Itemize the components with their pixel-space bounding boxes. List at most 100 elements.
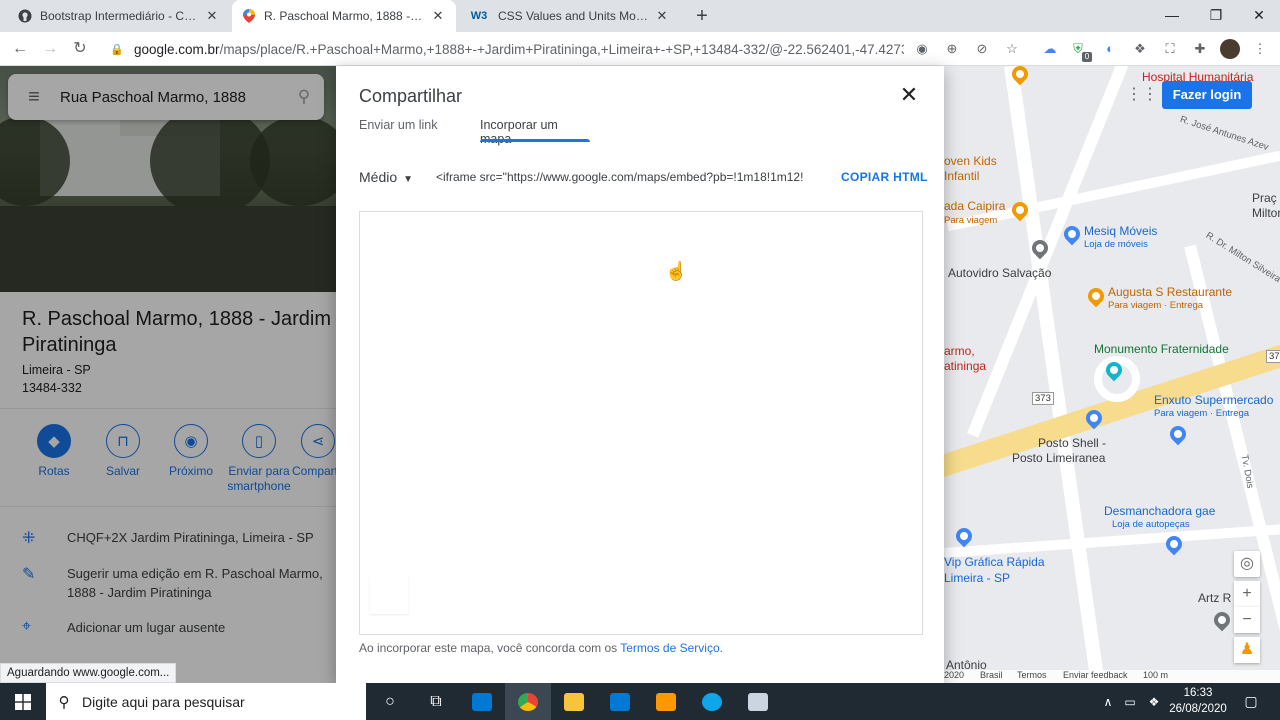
chrome-icon[interactable] — [505, 683, 551, 720]
close-tab-icon[interactable]: ✕ — [204, 8, 220, 24]
file-explorer-icon[interactable] — [551, 683, 597, 720]
cloud-extension-icon[interactable]: ☁ — [1042, 41, 1058, 57]
extensions-puzzle-icon[interactable]: ✚ — [1192, 41, 1208, 57]
my-location-icon[interactable]: ◎ — [1234, 551, 1260, 577]
map-label[interactable]: Vip Gráfica Rápida — [944, 555, 1045, 569]
map-label[interactable]: Enxuto Supermercado — [1154, 393, 1273, 407]
bookmark-star-icon[interactable]: ☆ — [1004, 41, 1020, 57]
url-text: google.com.br/maps/place/R.+Paschoal+Mar… — [134, 41, 904, 57]
maps-pin-icon — [242, 9, 256, 23]
map-attribution: 2020 Brasil Termos Enviar feedback 100 m — [944, 670, 1280, 683]
cortana-icon[interactable]: ○ — [367, 683, 413, 720]
search-icon: ⚲ — [58, 693, 70, 711]
place-pin-icon[interactable] — [1210, 608, 1234, 632]
map-label: Milton S — [1252, 206, 1280, 220]
map-label[interactable]: Artz R — [1198, 591, 1231, 605]
maximize-icon[interactable]: ❐ — [1194, 0, 1238, 30]
map-label: atininga — [944, 359, 987, 373]
zoom-in-icon[interactable]: + — [1234, 581, 1260, 607]
windows-taskbar: ⚲ Digite aqui para pesquisar ○ ⧉ ∧ ▭ ❖ 1… — [0, 683, 1280, 720]
embed-code-field[interactable]: <iframe src="https://www.google.com/maps… — [436, 170, 820, 184]
map-label[interactable]: Autovidro Salvação — [948, 266, 1051, 280]
size-dropdown[interactable]: Médio ▼ — [359, 169, 413, 185]
location-icon[interactable]: ◉ — [914, 41, 930, 57]
tab-label: CSS Values and Units Module Le — [498, 9, 648, 23]
screen: Bootstrap Intermediário - Cards ✕ R. Pas… — [0, 0, 1280, 720]
store-pin-icon[interactable] — [1060, 222, 1084, 246]
camera-icon[interactable] — [735, 683, 781, 720]
back-icon[interactable]: ← — [8, 37, 32, 61]
profile-avatar[interactable] — [1220, 39, 1240, 59]
lock-icon: 🔒 — [110, 43, 124, 56]
map-sublabel: Loja de autopeças — [1112, 519, 1190, 530]
dropbox-icon[interactable]: ❖ — [1132, 41, 1148, 57]
close-window-icon[interactable]: ✕ — [1237, 0, 1280, 30]
browser-tab-active[interactable]: R. Paschoal Marmo, 1888 - Jardi ✕ — [232, 0, 456, 32]
windows-start-icon[interactable] — [0, 683, 46, 720]
map-label: armo, — [944, 344, 975, 358]
apps-grid-icon[interactable]: ⋮⋮ — [1126, 86, 1158, 104]
map-canvas[interactable]: Hospital Humanitária R. José Antunes Aze… — [944, 66, 1280, 683]
address-bar[interactable]: 🔒 google.com.br/maps/place/R.+Paschoal+M… — [104, 35, 1034, 63]
scale-label[interactable]: 100 m — [1143, 670, 1168, 680]
browser-toolbar: ← → ↻ 🔒 google.com.br/maps/place/R.+Pasc… — [0, 32, 1280, 66]
edge-icon[interactable] — [689, 683, 735, 720]
new-tab-icon[interactable]: + — [690, 4, 714, 28]
feedback-link[interactable]: Enviar feedback — [1063, 670, 1128, 680]
caret-down-icon: ▼ — [403, 174, 414, 185]
sublime-icon[interactable] — [643, 683, 689, 720]
taskbar-search[interactable]: ⚲ Digite aqui para pesquisar — [46, 683, 366, 720]
battery-icon[interactable]: ▭ — [1120, 683, 1140, 720]
close-tab-icon[interactable]: ✕ — [654, 8, 670, 24]
forward-icon[interactable]: → — [38, 37, 62, 61]
login-button[interactable]: Fazer login — [1162, 81, 1252, 109]
close-tab-icon[interactable]: ✕ — [430, 8, 446, 24]
terms-link[interactable]: Termos — [1017, 670, 1047, 680]
modal-backdrop[interactable] — [0, 66, 336, 683]
map-label[interactable]: Augusta S Restaurante — [1108, 285, 1232, 299]
store-pin-icon[interactable] — [1166, 422, 1190, 446]
map-label[interactable]: Mesiq Móveis — [1084, 224, 1157, 238]
browser-tab[interactable]: Bootstrap Intermediário - Cards ✕ — [8, 0, 230, 32]
map-label[interactable]: ada Caipira — [944, 199, 1005, 213]
more-menu-icon[interactable]: ⋮ — [1252, 41, 1268, 57]
mail-icon[interactable] — [597, 683, 643, 720]
map-label[interactable]: oven Kids — [944, 154, 997, 168]
map-street-label: Tv. Dois — [1238, 453, 1256, 490]
time: 16:33 — [1183, 687, 1213, 699]
taskbar-clock[interactable]: 16:33 26/08/2020 — [1160, 685, 1236, 717]
pegman-icon[interactable]: ♟ — [1234, 637, 1260, 663]
map-sublabel: Para viagem · Entrega — [1154, 408, 1250, 419]
map-preview[interactable] — [359, 211, 923, 635]
task-view-icon[interactable]: ⧉ — [413, 683, 459, 720]
minimize-icon[interactable]: — — [1150, 0, 1194, 30]
github-icon — [18, 9, 32, 23]
map-street-label: R. José Antunes Azev — [1178, 113, 1270, 154]
tab-send-link[interactable]: Enviar um link — [359, 118, 438, 142]
eye-off-icon[interactable]: ⊘ — [974, 41, 990, 57]
notifications-icon[interactable]: ▢ — [1236, 683, 1266, 720]
copy-html-button[interactable]: COPIAR HTML — [841, 170, 928, 184]
browser-tab-strip: Bootstrap Intermediário - Cards ✕ R. Pas… — [0, 0, 1280, 32]
browser-tab[interactable]: W3 CSS Values and Units Module Le ✕ — [458, 0, 680, 32]
map-label[interactable]: Posto Shell - — [1038, 436, 1106, 450]
terms-of-service-link[interactable]: Termos de Serviço — [620, 641, 719, 655]
tool-extension-icon[interactable]: ◐ — [1102, 41, 1118, 57]
tray-chevron-icon[interactable]: ∧ — [1098, 683, 1118, 720]
reload-icon[interactable]: ↻ — [68, 37, 92, 61]
zoom-out-icon[interactable]: − — [1234, 607, 1260, 633]
date: 26/08/2020 — [1169, 703, 1227, 715]
store-pin-icon[interactable] — [952, 524, 976, 548]
install-icon[interactable]: ⊕ — [944, 41, 960, 57]
tab-embed-map[interactable]: Incorporar um mapa — [480, 118, 590, 146]
map-label: Posto Limeiranea — [1012, 451, 1106, 465]
map-label[interactable]: Desmanchadora gae — [1104, 504, 1215, 518]
store-icon[interactable] — [459, 683, 505, 720]
route-shield: 37 — [1266, 350, 1280, 363]
screenshot-icon[interactable]: ⛶ — [1162, 41, 1178, 57]
close-icon[interactable]: ✕ — [898, 84, 920, 106]
taskbar-search-placeholder: Digite aqui para pesquisar — [82, 693, 245, 710]
map-label[interactable]: Monumento Fraternidade — [1094, 342, 1229, 356]
terms-note: Ao incorporar este mapa, você concorda c… — [359, 641, 723, 655]
restaurant-pin-icon[interactable] — [1084, 284, 1108, 308]
